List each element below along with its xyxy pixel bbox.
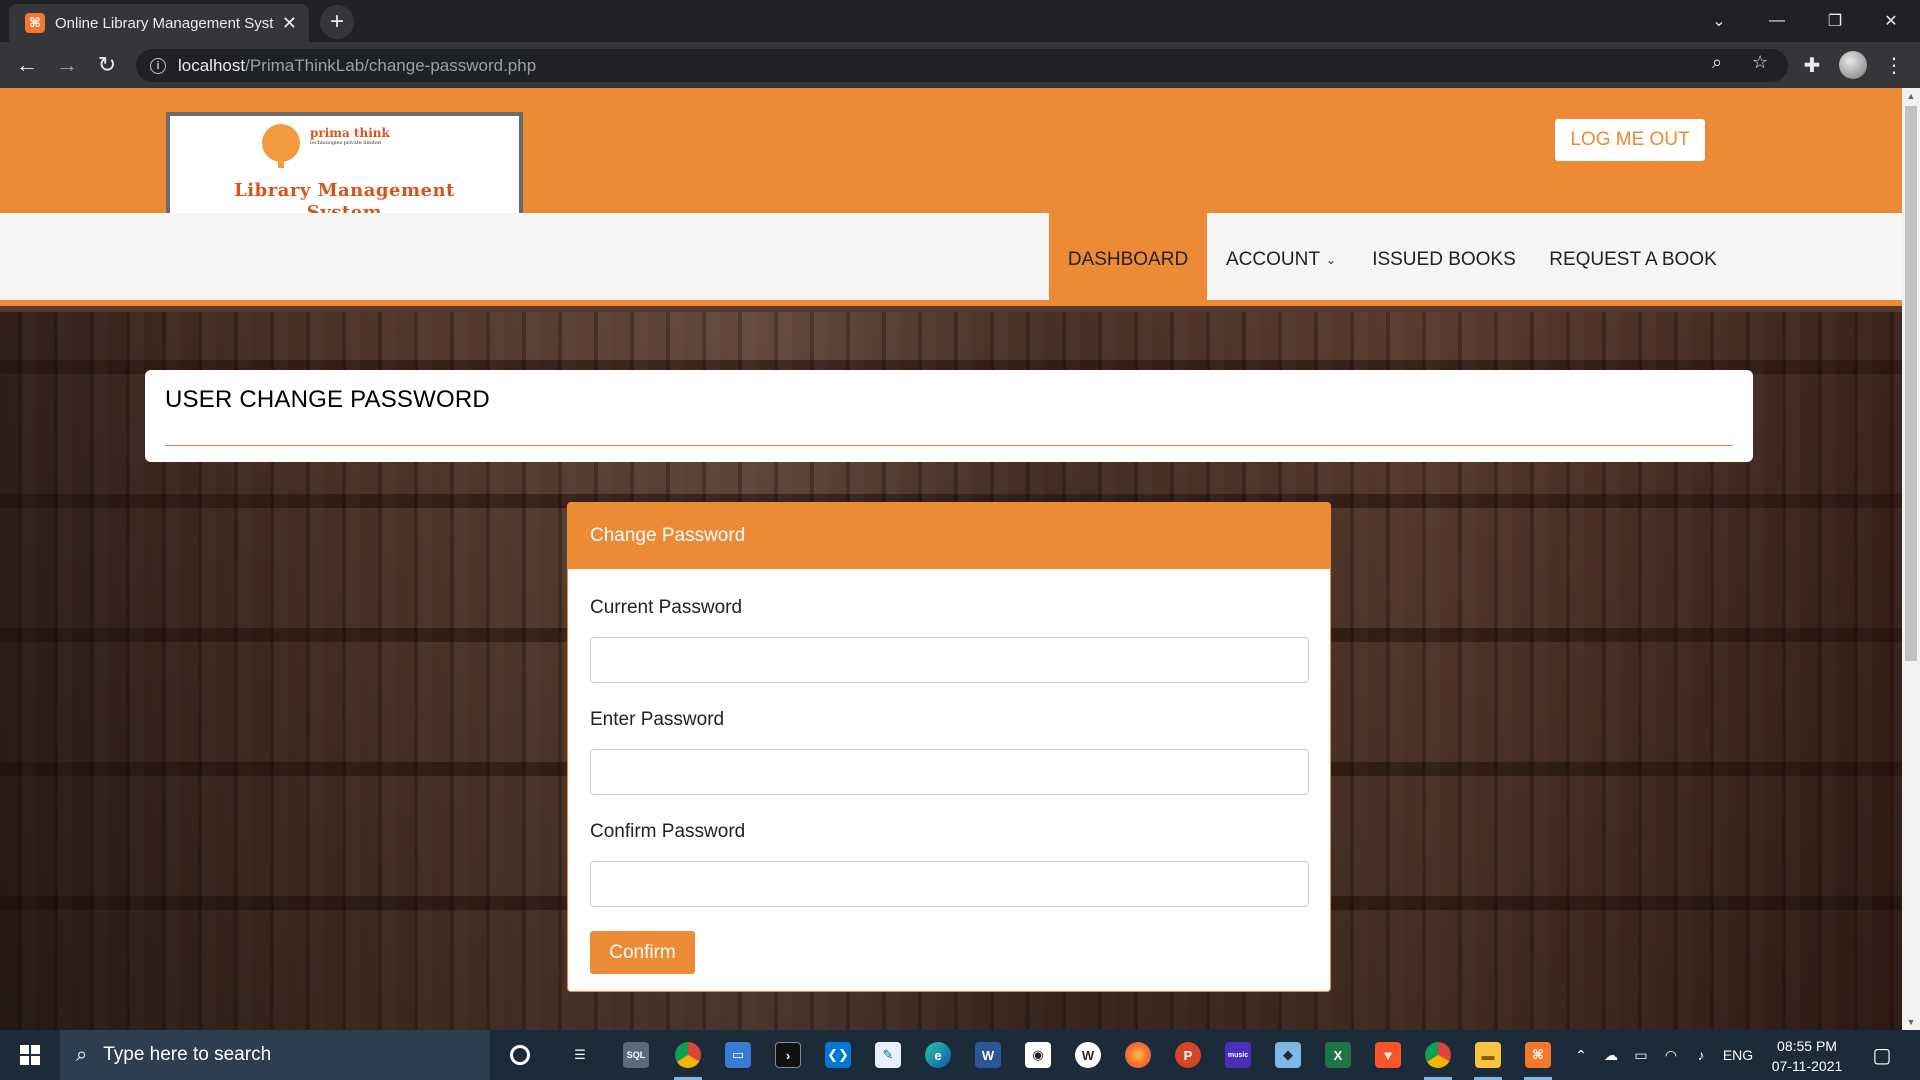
camera-icon[interactable]: ◉ <box>1018 1035 1058 1075</box>
main-nav: DASHBOARD ACCOUNT ⌄ ISSUED BOOKS REQUEST … <box>0 213 1902 306</box>
wifi-icon[interactable]: ◠ <box>1658 1030 1684 1080</box>
volume-icon[interactable]: ♪ <box>1688 1030 1714 1080</box>
excel-icon[interactable]: X <box>1318 1035 1358 1075</box>
close-window-button[interactable]: ✕ <box>1862 0 1920 42</box>
show-hidden-icons-chevron-up-icon[interactable]: ⌃ <box>1568 1030 1594 1080</box>
confirm-password-field[interactable] <box>590 861 1309 907</box>
xampp-icon[interactable]: ⌘ <box>1518 1035 1558 1080</box>
change-password-panel: Change Password Current Password Enter P… <box>567 502 1331 992</box>
brave-icon[interactable]: ▼ <box>1368 1035 1408 1075</box>
scroll-down-arrow-icon[interactable]: ▼ <box>1902 1014 1920 1030</box>
chrome-profile-icon[interactable] <box>1418 1035 1458 1080</box>
confirm-password-label: Confirm Password <box>590 821 746 842</box>
xampp-favicon-icon: ⌘ <box>25 13 45 33</box>
current-password-field[interactable] <box>590 637 1309 683</box>
nav-dashboard[interactable]: DASHBOARD <box>1049 213 1207 306</box>
page-title: USER CHANGE PASSWORD <box>165 386 490 413</box>
language-indicator[interactable]: ENG <box>1718 1030 1758 1080</box>
nav-issued-books[interactable]: ISSUED BOOKS <box>1355 213 1533 306</box>
browser-menu-icon[interactable]: ⋮ <box>1880 51 1908 79</box>
scroll-thumb[interactable] <box>1905 106 1917 661</box>
logo-company-sub: technologies private limited <box>310 140 382 146</box>
forward-arrow-icon[interactable]: → <box>51 49 83 81</box>
tab-close-icon[interactable]: ✕ <box>282 13 297 34</box>
firefox-icon[interactable] <box>1118 1035 1158 1075</box>
new-password-field[interactable] <box>590 749 1309 795</box>
new-tab-button[interactable]: + <box>320 5 354 39</box>
amazon-music-icon[interactable]: music <box>1218 1035 1258 1075</box>
task-view-icon[interactable]: ☰ <box>560 1035 600 1075</box>
chrome-icon[interactable] <box>668 1035 708 1080</box>
app-w-icon[interactable]: W <box>1068 1035 1108 1075</box>
new-password-label: Enter Password <box>590 709 725 730</box>
extensions-puzzle-icon[interactable]: ✚ <box>1798 51 1826 79</box>
site-header: prima think technologies private limited… <box>0 88 1902 248</box>
url-text: localhost/PrimaThinkLab/change-password.… <box>178 55 537 75</box>
address-bar[interactable]: i localhost/PrimaThinkLab/change-passwor… <box>136 49 1788 82</box>
nav-request-book[interactable]: REQUEST A BOOK <box>1533 213 1733 306</box>
clock-date: 07-11-2021 <box>1771 1058 1843 1074</box>
tab-search-icon[interactable]: ⌄ <box>1690 0 1748 42</box>
nav-account[interactable]: ACCOUNT ⌄ <box>1207 213 1355 306</box>
windows-taskbar: ⌕ Type here to search ☰ SQL ▭ › ❮❯ ✎ e W… <box>0 1030 1920 1080</box>
profile-avatar[interactable] <box>1839 51 1867 79</box>
word-icon[interactable]: W <box>968 1035 1008 1075</box>
search-icon: ⌕ <box>76 1043 88 1066</box>
windows-start-button[interactable] <box>0 1030 60 1080</box>
search-placeholder: Type here to search <box>103 1044 272 1065</box>
browser-tab-strip: ⌘ Online Library Management Syst ✕ + ⌄ —… <box>0 0 1920 42</box>
remote-desktop-icon[interactable]: ▭ <box>718 1035 758 1075</box>
browser-tab[interactable]: ⌘ Online Library Management Syst ✕ <box>9 4 309 42</box>
title-divider <box>165 445 1733 446</box>
azure-data-studio-icon[interactable]: ◆ <box>1268 1035 1308 1075</box>
panel-heading: Change Password <box>568 503 1330 569</box>
terminal-icon[interactable]: › <box>768 1035 808 1075</box>
bookmark-star-icon[interactable]: ☆ <box>1752 52 1768 73</box>
logo-company-name: prima think <box>310 126 390 140</box>
taskbar-search-box[interactable]: ⌕ Type here to search <box>60 1030 490 1080</box>
onedrive-icon[interactable]: ☁ <box>1598 1030 1624 1080</box>
zoom-icon[interactable]: ⌕ <box>1712 52 1722 73</box>
tab-title: Online Library Management Syst <box>55 14 274 32</box>
chevron-down-icon: ⌄ <box>1325 252 1336 267</box>
battery-icon[interactable]: ▭ <box>1628 1030 1654 1080</box>
windows-logo-icon <box>20 1045 40 1065</box>
page-scrollbar[interactable]: ▲ ▼ <box>1902 88 1920 1030</box>
page-viewport: prima think technologies private limited… <box>0 88 1902 1030</box>
restore-button[interactable]: ❐ <box>1806 0 1864 42</box>
vscode-icon[interactable]: ❮❯ <box>818 1035 858 1075</box>
file-explorer-icon[interactable]: ▬ <box>1468 1035 1508 1080</box>
page-title-card: USER CHANGE PASSWORD <box>145 370 1753 462</box>
confirm-button[interactable]: Confirm <box>590 931 695 974</box>
edge-icon[interactable]: e <box>918 1035 958 1075</box>
reload-icon[interactable]: ↻ <box>91 49 123 81</box>
back-arrow-icon[interactable]: ← <box>11 49 43 81</box>
notifications-icon[interactable]: ▢ <box>1862 1030 1902 1080</box>
lightbulb-logo-icon <box>262 124 300 168</box>
site-info-icon[interactable]: i <box>150 57 166 74</box>
powerpoint-icon[interactable]: P <box>1168 1035 1208 1075</box>
sql-app-icon[interactable]: SQL <box>616 1035 656 1075</box>
logout-button[interactable]: LOG ME OUT <box>1554 118 1706 162</box>
notepad-icon[interactable]: ✎ <box>868 1035 908 1075</box>
browser-toolbar: ← → ↻ i localhost/PrimaThinkLab/change-p… <box>0 42 1920 88</box>
scroll-up-arrow-icon[interactable]: ▲ <box>1902 88 1920 104</box>
clock-time: 08:55 PM <box>1777 1038 1837 1054</box>
taskbar-clock[interactable]: 08:55 PM 07-11-2021 <box>1762 1036 1852 1076</box>
minimize-button[interactable]: — <box>1748 0 1806 42</box>
current-password-label: Current Password <box>590 597 743 618</box>
cortana-icon[interactable] <box>500 1035 540 1075</box>
